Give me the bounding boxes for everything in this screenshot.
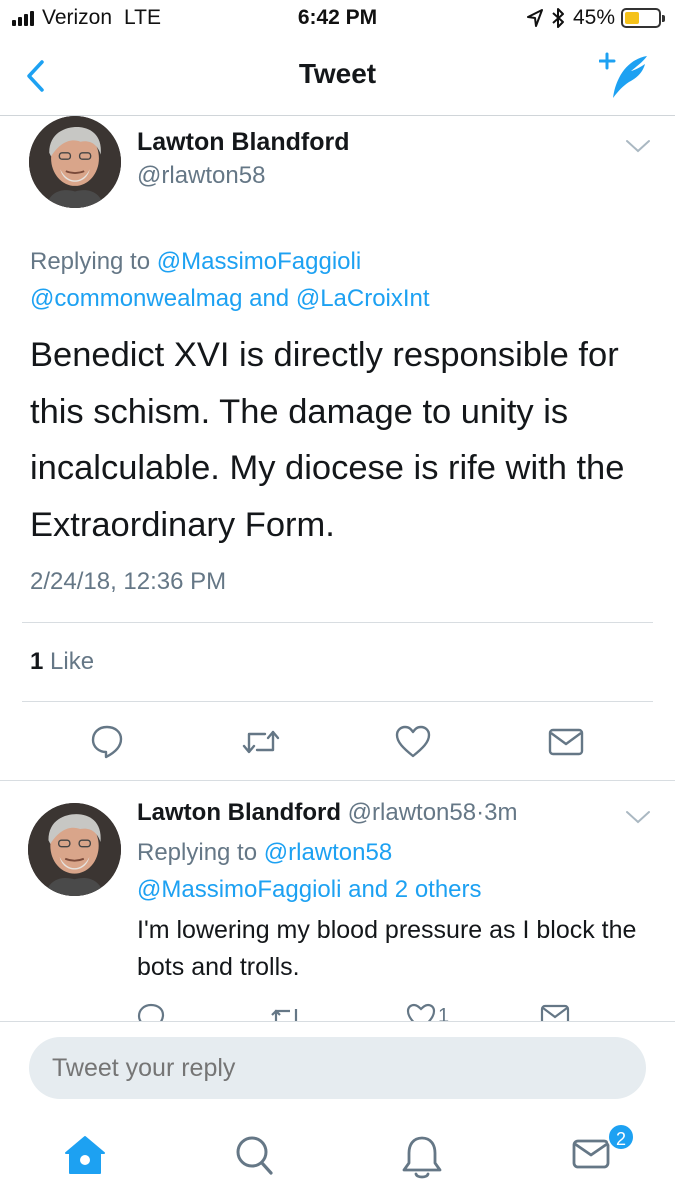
profile-photo xyxy=(29,116,121,208)
nav-bar: Tweet xyxy=(0,38,675,116)
mention-link[interactable]: @MassimoFaggioli xyxy=(137,876,341,903)
location-arrow-icon xyxy=(526,9,543,27)
reply-author-avatar[interactable] xyxy=(28,803,121,896)
reply-icon xyxy=(91,725,123,759)
compose-tweet-icon xyxy=(598,52,647,98)
tab-notifications[interactable] xyxy=(400,1133,450,1183)
page-title: Tweet xyxy=(298,58,377,89)
tab-home[interactable] xyxy=(62,1133,112,1183)
compose-tweet-button[interactable] xyxy=(598,52,651,102)
mention-link[interactable]: @commonwealmag xyxy=(30,285,242,312)
notifications-bell-icon xyxy=(402,1136,442,1179)
reply-header: Lawton Blandford @rlawton58·3m xyxy=(137,799,517,827)
reply-icon xyxy=(137,1003,165,1021)
home-icon xyxy=(65,1136,105,1174)
like-button[interactable] xyxy=(395,725,431,759)
messages-badge: 2 xyxy=(607,1123,635,1151)
reply-reply-button[interactable] xyxy=(137,1003,165,1021)
reply-age: 3m xyxy=(484,799,518,826)
retweet-icon xyxy=(242,730,280,754)
battery-percent: 45% xyxy=(572,6,615,29)
reply-retweet-button[interactable] xyxy=(270,1003,302,1021)
reply-replying-to-line: Replying to @rlawton58 @MassimoFaggioli … xyxy=(137,834,637,908)
others-link[interactable]: and 2 others xyxy=(348,876,481,903)
likes-count[interactable]: 1 Like xyxy=(30,648,94,676)
battery-tip xyxy=(662,15,665,22)
bluetooth-icon xyxy=(552,8,564,28)
retweet-icon xyxy=(271,1009,298,1021)
tab-messages[interactable]: 2 xyxy=(571,1123,635,1183)
reply-button[interactable] xyxy=(90,724,124,760)
reply-composer-bar xyxy=(0,1021,675,1115)
retweet-button[interactable] xyxy=(241,726,281,758)
divider xyxy=(0,780,675,781)
reply-separator: · xyxy=(476,799,485,826)
tab-bar: 2 xyxy=(0,1115,675,1200)
direct-message-icon xyxy=(540,1004,570,1021)
reply-action-bar: 1 xyxy=(0,1003,675,1021)
like-heart-icon xyxy=(395,725,431,758)
replying-to-line: Replying to @MassimoFaggioli @commonweal… xyxy=(30,243,650,317)
divider xyxy=(22,701,653,702)
battery-icon xyxy=(621,8,665,28)
mention-link[interactable]: @LaCroixInt xyxy=(296,285,430,312)
tweet-text: Benedict XVI is directly responsible for… xyxy=(30,336,625,544)
author-handle[interactable]: @rlawton58 xyxy=(137,162,265,190)
author-avatar[interactable] xyxy=(29,116,121,208)
like-count-label: Like xyxy=(50,648,95,675)
like-count-number: 1 xyxy=(30,648,44,675)
author-name[interactable]: Lawton Blandford xyxy=(137,128,349,157)
status-bar: Verizon LTE 6:42 PM 45% xyxy=(0,0,675,38)
like-heart-icon xyxy=(406,1003,436,1021)
direct-message-icon xyxy=(548,728,584,756)
tweet-timestamp: 2/24/18, 12:36 PM xyxy=(30,568,227,595)
reply-author-name[interactable]: Lawton Blandford xyxy=(137,799,341,826)
reply-text: I'm lowering my blood pressure as I bloc… xyxy=(137,916,637,981)
search-icon xyxy=(236,1136,273,1175)
replying-to-label: Replying to xyxy=(30,248,151,275)
tweet-options-button[interactable] xyxy=(625,138,651,154)
reply-message-button[interactable] xyxy=(540,1003,570,1021)
direct-message-button[interactable] xyxy=(548,727,584,757)
battery-fill xyxy=(625,12,640,24)
reply-input[interactable] xyxy=(29,1037,646,1099)
reply-author-handle[interactable]: @rlawton58 xyxy=(348,799,476,826)
replying-to-label: Replying to xyxy=(137,839,258,866)
reply-like-button[interactable]: 1 xyxy=(406,1003,449,1021)
mention-link[interactable]: @rlawton58 xyxy=(264,839,392,866)
mention-conjunction: and xyxy=(249,285,290,312)
mention-link[interactable]: @MassimoFaggioli xyxy=(157,248,361,275)
divider xyxy=(22,622,653,623)
reply-options-button[interactable] xyxy=(625,809,651,825)
status-right: 45% xyxy=(526,6,665,30)
profile-photo xyxy=(28,803,121,896)
chevron-down-icon xyxy=(626,811,650,824)
chevron-down-icon xyxy=(626,140,650,153)
reply-like-count: 1 xyxy=(438,1005,450,1021)
tab-search[interactable] xyxy=(233,1133,283,1183)
